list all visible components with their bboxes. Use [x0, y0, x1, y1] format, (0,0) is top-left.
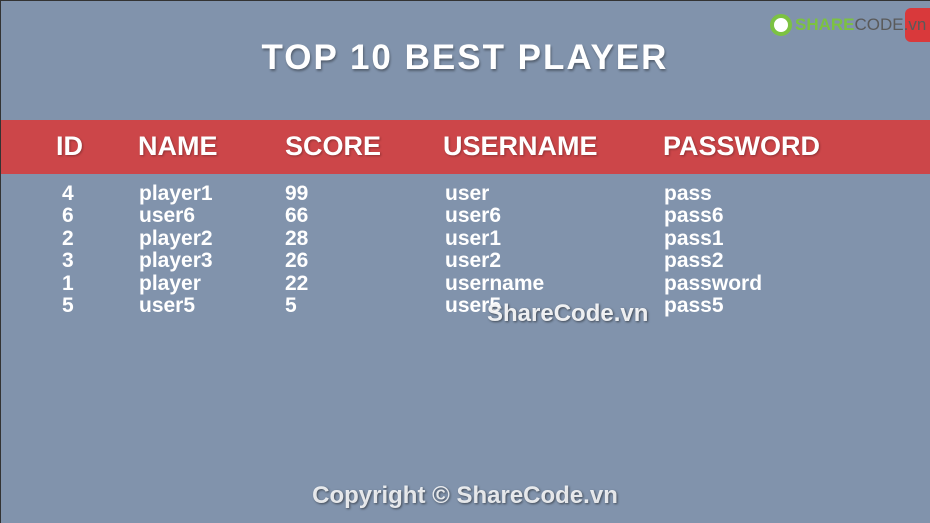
- cell-password: pass1: [664, 226, 724, 250]
- cell-password: pass6: [664, 204, 724, 228]
- cell-id: 2: [62, 226, 74, 250]
- cell-id: 6: [62, 204, 74, 228]
- cell-password: password: [664, 271, 763, 295]
- cell-score: 5: [285, 294, 297, 318]
- cell-password: pass: [664, 182, 712, 205]
- logo-icon: [770, 14, 792, 36]
- cell-password: pass5: [664, 294, 724, 318]
- column-header-password: PASSWORD: [663, 131, 821, 161]
- cell-score: 26: [285, 249, 309, 273]
- cell-username: user6: [445, 204, 502, 228]
- cell-name: user6: [139, 204, 196, 228]
- page-title: TOP 10 BEST PLAYER: [261, 38, 669, 77]
- column-username: user user6 user1 user2 username user5: [445, 182, 545, 317]
- cell-id: 5: [62, 294, 74, 318]
- cell-score: 66: [285, 204, 309, 228]
- cell-username: user: [445, 182, 490, 205]
- cell-score: 99: [285, 182, 309, 205]
- column-header-username: USERNAME: [443, 131, 598, 161]
- watermark: ShareCode.vn: [487, 300, 649, 327]
- cell-name: player1: [139, 182, 213, 205]
- cell-username: user1: [445, 226, 502, 250]
- cell-id: 1: [62, 271, 74, 295]
- cell-username: username: [445, 271, 545, 295]
- cell-name: player3: [139, 249, 213, 273]
- column-name: player1 user6 player2 player3 player user5: [139, 182, 213, 318]
- logo-brand2: CODE.vn: [854, 15, 927, 34]
- cell-id: 4: [62, 182, 74, 205]
- column-header-name: NAME: [138, 131, 218, 161]
- cell-name: player2: [139, 226, 213, 250]
- cell-name: player: [139, 271, 201, 295]
- sharecode-logo: SHARECODE.vn: [770, 8, 930, 42]
- column-header-id: ID: [56, 131, 83, 161]
- copyright-text: Copyright © ShareCode.vn: [312, 482, 618, 509]
- column-header-score: SCORE: [285, 131, 382, 161]
- cell-name: user5: [139, 294, 196, 318]
- column-id: 462315: [62, 182, 74, 318]
- cell-score: 28: [285, 226, 309, 250]
- cell-score: 22: [285, 271, 309, 295]
- logo-brand: SHARE: [795, 15, 855, 34]
- column-password: pass pass6 pass1 pass2 password pass5: [664, 182, 763, 318]
- column-score: 99 66 28 26 22 5: [285, 182, 309, 318]
- cell-username: user2: [445, 249, 502, 273]
- cell-id: 3: [62, 249, 74, 273]
- cell-password: pass2: [664, 249, 724, 273]
